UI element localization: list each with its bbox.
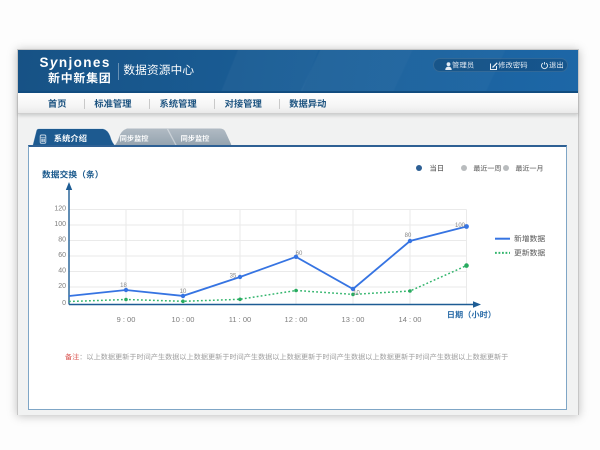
svg-text:18: 18 — [120, 283, 127, 289]
svg-text:35: 35 — [230, 274, 237, 280]
svg-text:10: 10 — [353, 291, 360, 297]
svg-text:120: 120 — [54, 206, 66, 213]
svg-text:80: 80 — [405, 233, 412, 239]
svg-text:60: 60 — [296, 251, 303, 257]
svg-text:13 : 00: 13 : 00 — [342, 315, 365, 324]
svg-text:40: 40 — [58, 268, 66, 275]
svg-text:9 : 00: 9 : 00 — [117, 315, 136, 324]
svg-text:80: 80 — [58, 237, 66, 244]
svg-text:0: 0 — [62, 300, 66, 307]
svg-text:11 : 00: 11 : 00 — [229, 315, 251, 324]
svg-text:10 : 00: 10 : 00 — [172, 315, 195, 324]
svg-text:10: 10 — [180, 289, 187, 295]
svg-text:12 : 00: 12 : 00 — [285, 315, 308, 324]
svg-text:100: 100 — [455, 223, 466, 229]
svg-text:100: 100 — [54, 221, 66, 228]
svg-text:60: 60 — [58, 252, 66, 259]
svg-text:20: 20 — [58, 283, 66, 290]
svg-text:14 : 00: 14 : 00 — [399, 315, 422, 324]
